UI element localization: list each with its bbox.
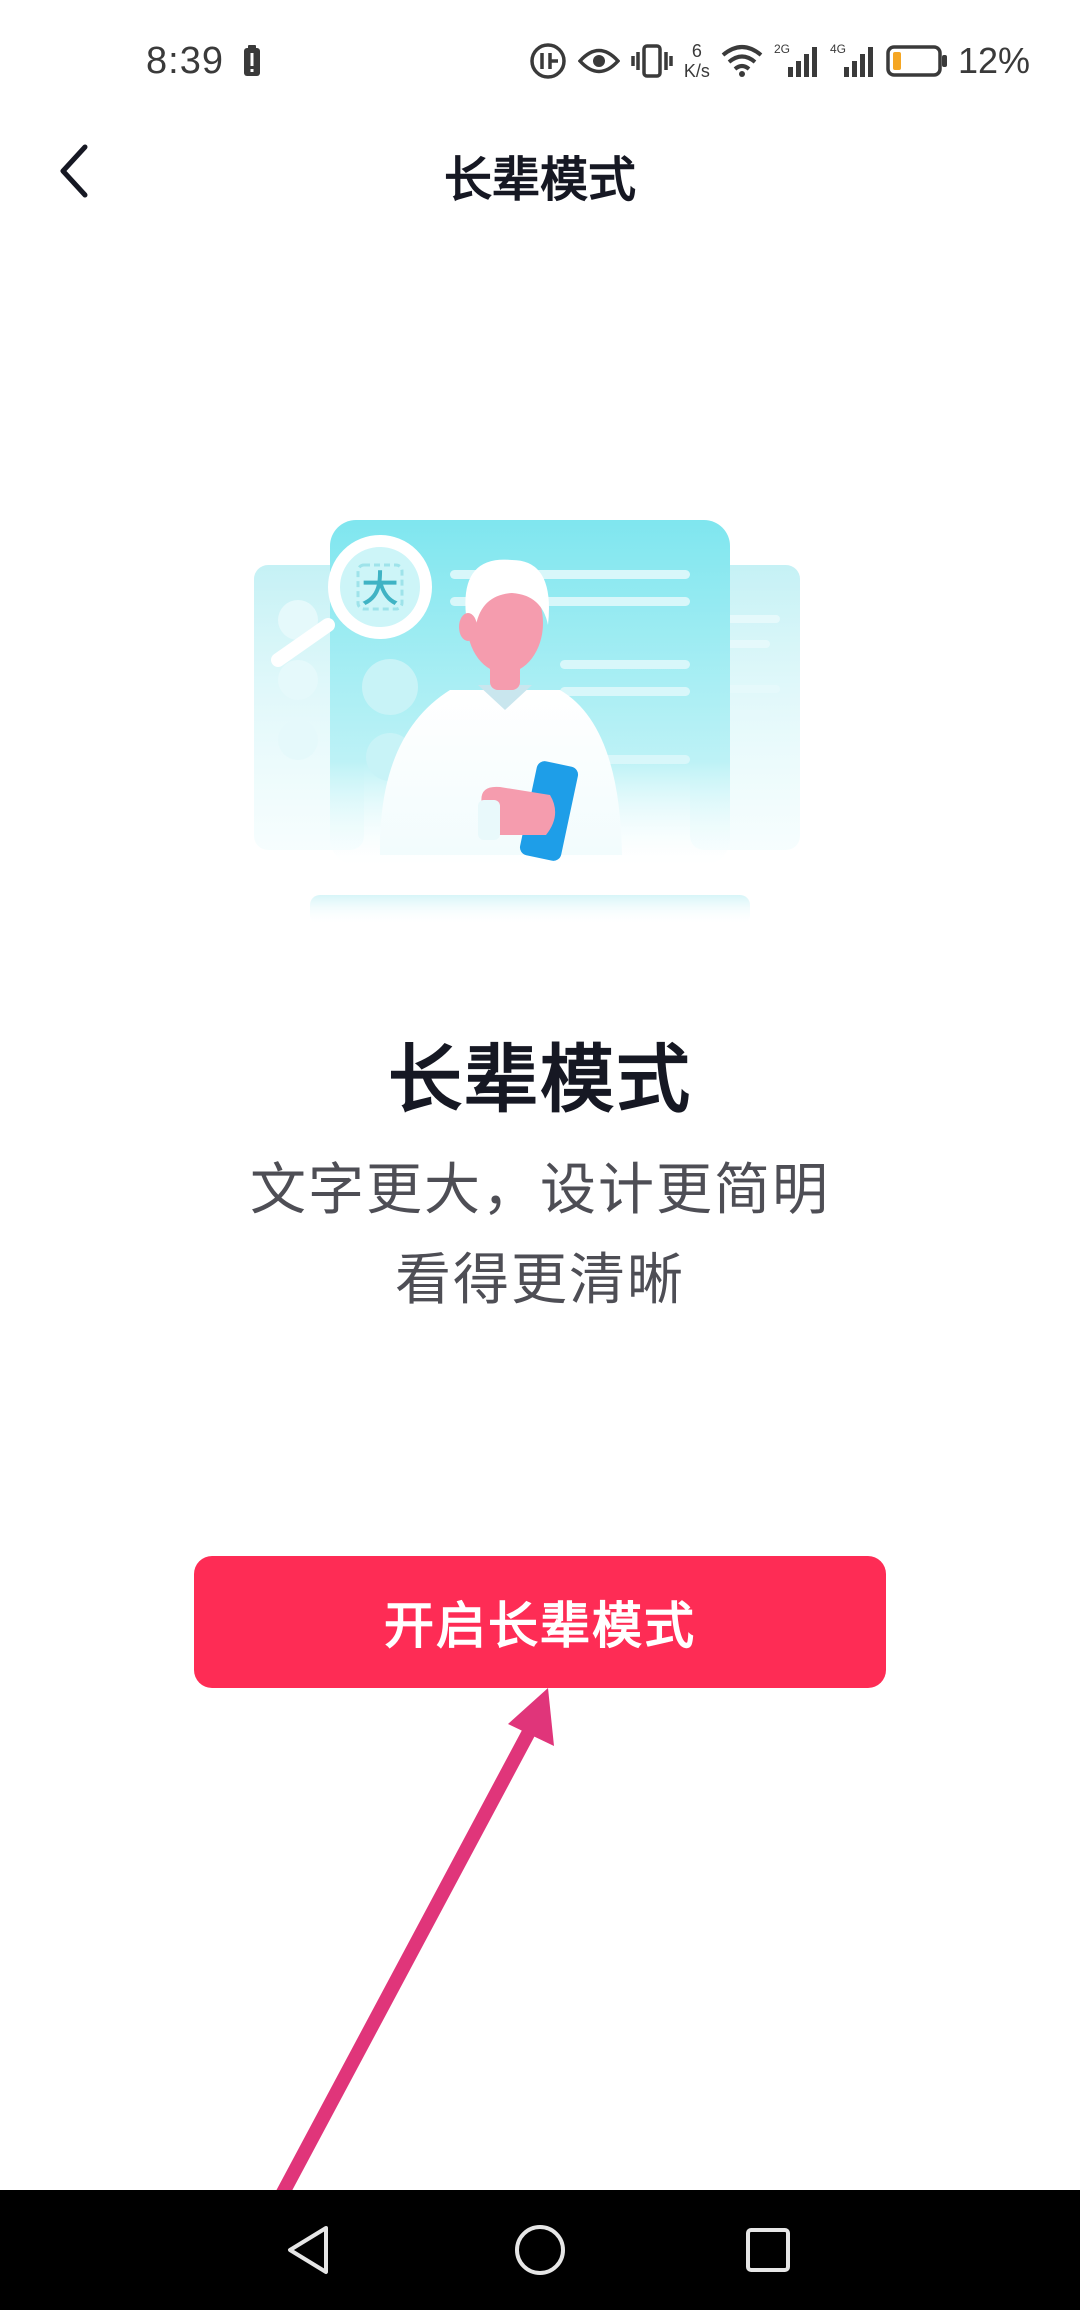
net-speed: 6 K/s (684, 41, 710, 81)
navigation-bar (0, 2190, 1080, 2310)
elder-mode-illustration: 大 (254, 520, 800, 925)
signal-2g-label: 2G (774, 42, 790, 56)
net-speed-unit: K/s (683, 61, 710, 81)
battery-icon (886, 45, 947, 77)
title-bar: 长辈模式 (0, 126, 1080, 216)
wifi-icon (721, 45, 763, 77)
nav-recents-button[interactable] (730, 2212, 806, 2288)
net-speed-value: 6 (691, 41, 702, 61)
base-shadow (310, 895, 750, 925)
mode-description-line1: 文字更大，设计更简明 (250, 1158, 830, 1223)
mode-heading: 长辈模式 (388, 1037, 692, 1123)
status-bar: 8:39 6 K/s 2G 4G 12% (0, 0, 1080, 126)
nav-back-button[interactable] (270, 2212, 346, 2288)
nav-home-button[interactable] (502, 2212, 578, 2288)
magnifier-badge: 大 (362, 569, 398, 610)
page-title: 长辈模式 (443, 152, 636, 208)
battery-alert-icon (244, 45, 260, 76)
enable-elder-mode-button[interactable]: 开启长辈模式 (194, 1556, 886, 1688)
data-saver-icon (530, 43, 566, 79)
status-time: 8:39 (146, 40, 224, 82)
triangle-back-icon (288, 2226, 328, 2274)
battery-percent: 12% (957, 40, 1030, 81)
status-icons: 6 K/s 2G 4G 12% (518, 38, 1030, 84)
signal-4g-icon: 4G (830, 42, 873, 77)
square-recents-icon (746, 2228, 790, 2272)
eye-icon (577, 48, 620, 74)
signal-4g-label: 4G (830, 42, 846, 56)
mode-description-line2: 看得更清晰 (395, 1248, 685, 1313)
vibrate-icon (631, 44, 673, 78)
battery-indicator: 12% (886, 40, 1030, 82)
elder-mode-page: 8:39 6 K/s 2G 4G 12% 长辈模式 大 长辈模式 文字更大，设计… (0, 0, 1080, 2310)
circle-home-icon (515, 2225, 565, 2275)
signal-2g-icon: 2G (774, 42, 817, 77)
